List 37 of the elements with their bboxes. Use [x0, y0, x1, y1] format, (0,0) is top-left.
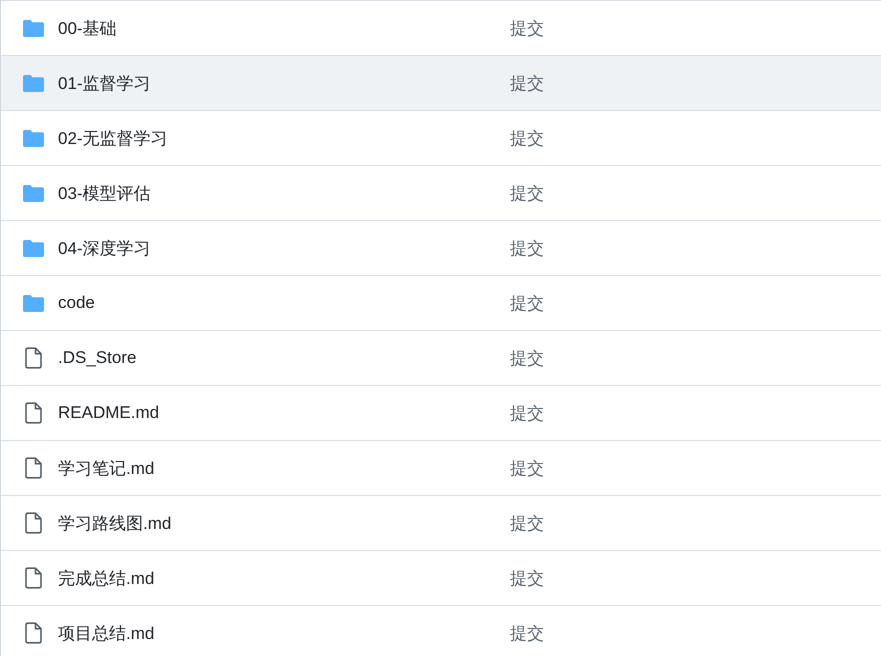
commit-message[interactable]: 提交 [510, 456, 544, 480]
commit-message[interactable]: 提交 [510, 512, 544, 534]
folder-icon [23, 130, 44, 146]
commit-message[interactable]: 提交 [510, 182, 544, 204]
file-name[interactable]: code [58, 293, 95, 313]
file-name[interactable]: README.md [58, 403, 160, 423]
commit-message[interactable]: 提交 [510, 292, 544, 314]
file-icon [25, 402, 42, 424]
commit-message[interactable]: 提交 [510, 72, 544, 94]
commit-message[interactable]: 提交 [510, 566, 544, 590]
file-name[interactable]: 04-深度学习 [58, 236, 151, 260]
file-name[interactable]: 01-监督学习 [58, 72, 151, 94]
file-name[interactable]: 03-模型评估 [58, 182, 151, 204]
commit-message[interactable]: 提交 [510, 622, 544, 644]
folder-icon [23, 20, 44, 36]
file-icon [25, 347, 42, 369]
file-icon [25, 567, 42, 589]
commit-message[interactable]: 提交 [510, 16, 544, 40]
file-row[interactable]: 01-监督学习 提交 [1, 55, 881, 110]
folder-icon [23, 294, 44, 312]
folder-icon [23, 74, 44, 92]
file-name[interactable]: 项目总结.md [58, 622, 154, 644]
file-name[interactable]: 00-基础 [58, 16, 117, 40]
commit-message[interactable]: 提交 [510, 236, 544, 260]
file-name[interactable]: 学习笔记.md [58, 456, 154, 480]
folder-icon [23, 240, 44, 256]
file-icon [25, 622, 42, 644]
commit-message[interactable]: 提交 [510, 346, 544, 370]
commit-message[interactable]: 提交 [510, 402, 544, 424]
file-icon [25, 457, 42, 479]
folder-icon [23, 184, 44, 202]
file-name[interactable]: .DS_Store [58, 348, 136, 368]
file-name[interactable]: 学习路线图.md [58, 512, 172, 534]
file-icon [25, 512, 42, 534]
file-name[interactable]: 完成总结.md [58, 566, 154, 590]
commit-message[interactable]: 提交 [510, 126, 544, 150]
file-name[interactable]: 02-无监督学习 [58, 126, 168, 150]
